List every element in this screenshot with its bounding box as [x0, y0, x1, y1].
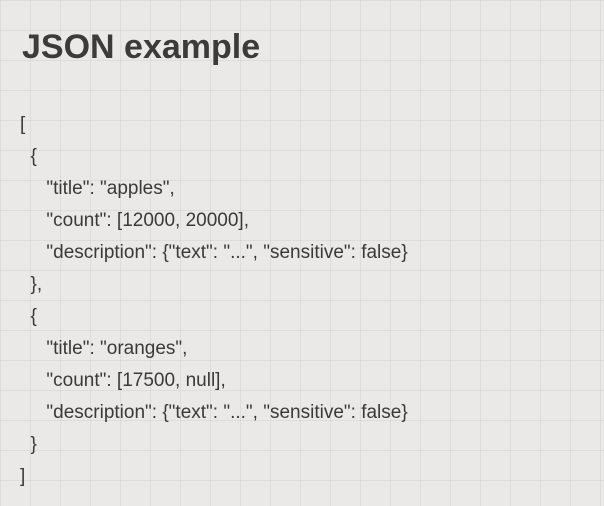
code-line: "count": [12000, 20000],	[20, 210, 249, 231]
code-line: "title": "oranges",	[20, 338, 187, 359]
code-line: "description": {"text": "...", "sensitiv…	[20, 242, 408, 263]
code-line: }	[20, 434, 37, 455]
code-line: ]	[20, 466, 25, 487]
json-code-block: [ { "title": "apples", "count": [12000, …	[20, 77, 586, 493]
code-line: [	[20, 114, 25, 135]
page-title: JSON example	[22, 28, 586, 67]
code-line: {	[20, 306, 37, 327]
code-line: {	[20, 146, 37, 167]
code-line: },	[20, 274, 42, 295]
code-line: "title": "apples",	[20, 178, 175, 199]
code-line: "description": {"text": "...", "sensitiv…	[20, 402, 408, 423]
code-line: "count": [17500, null],	[20, 370, 226, 391]
